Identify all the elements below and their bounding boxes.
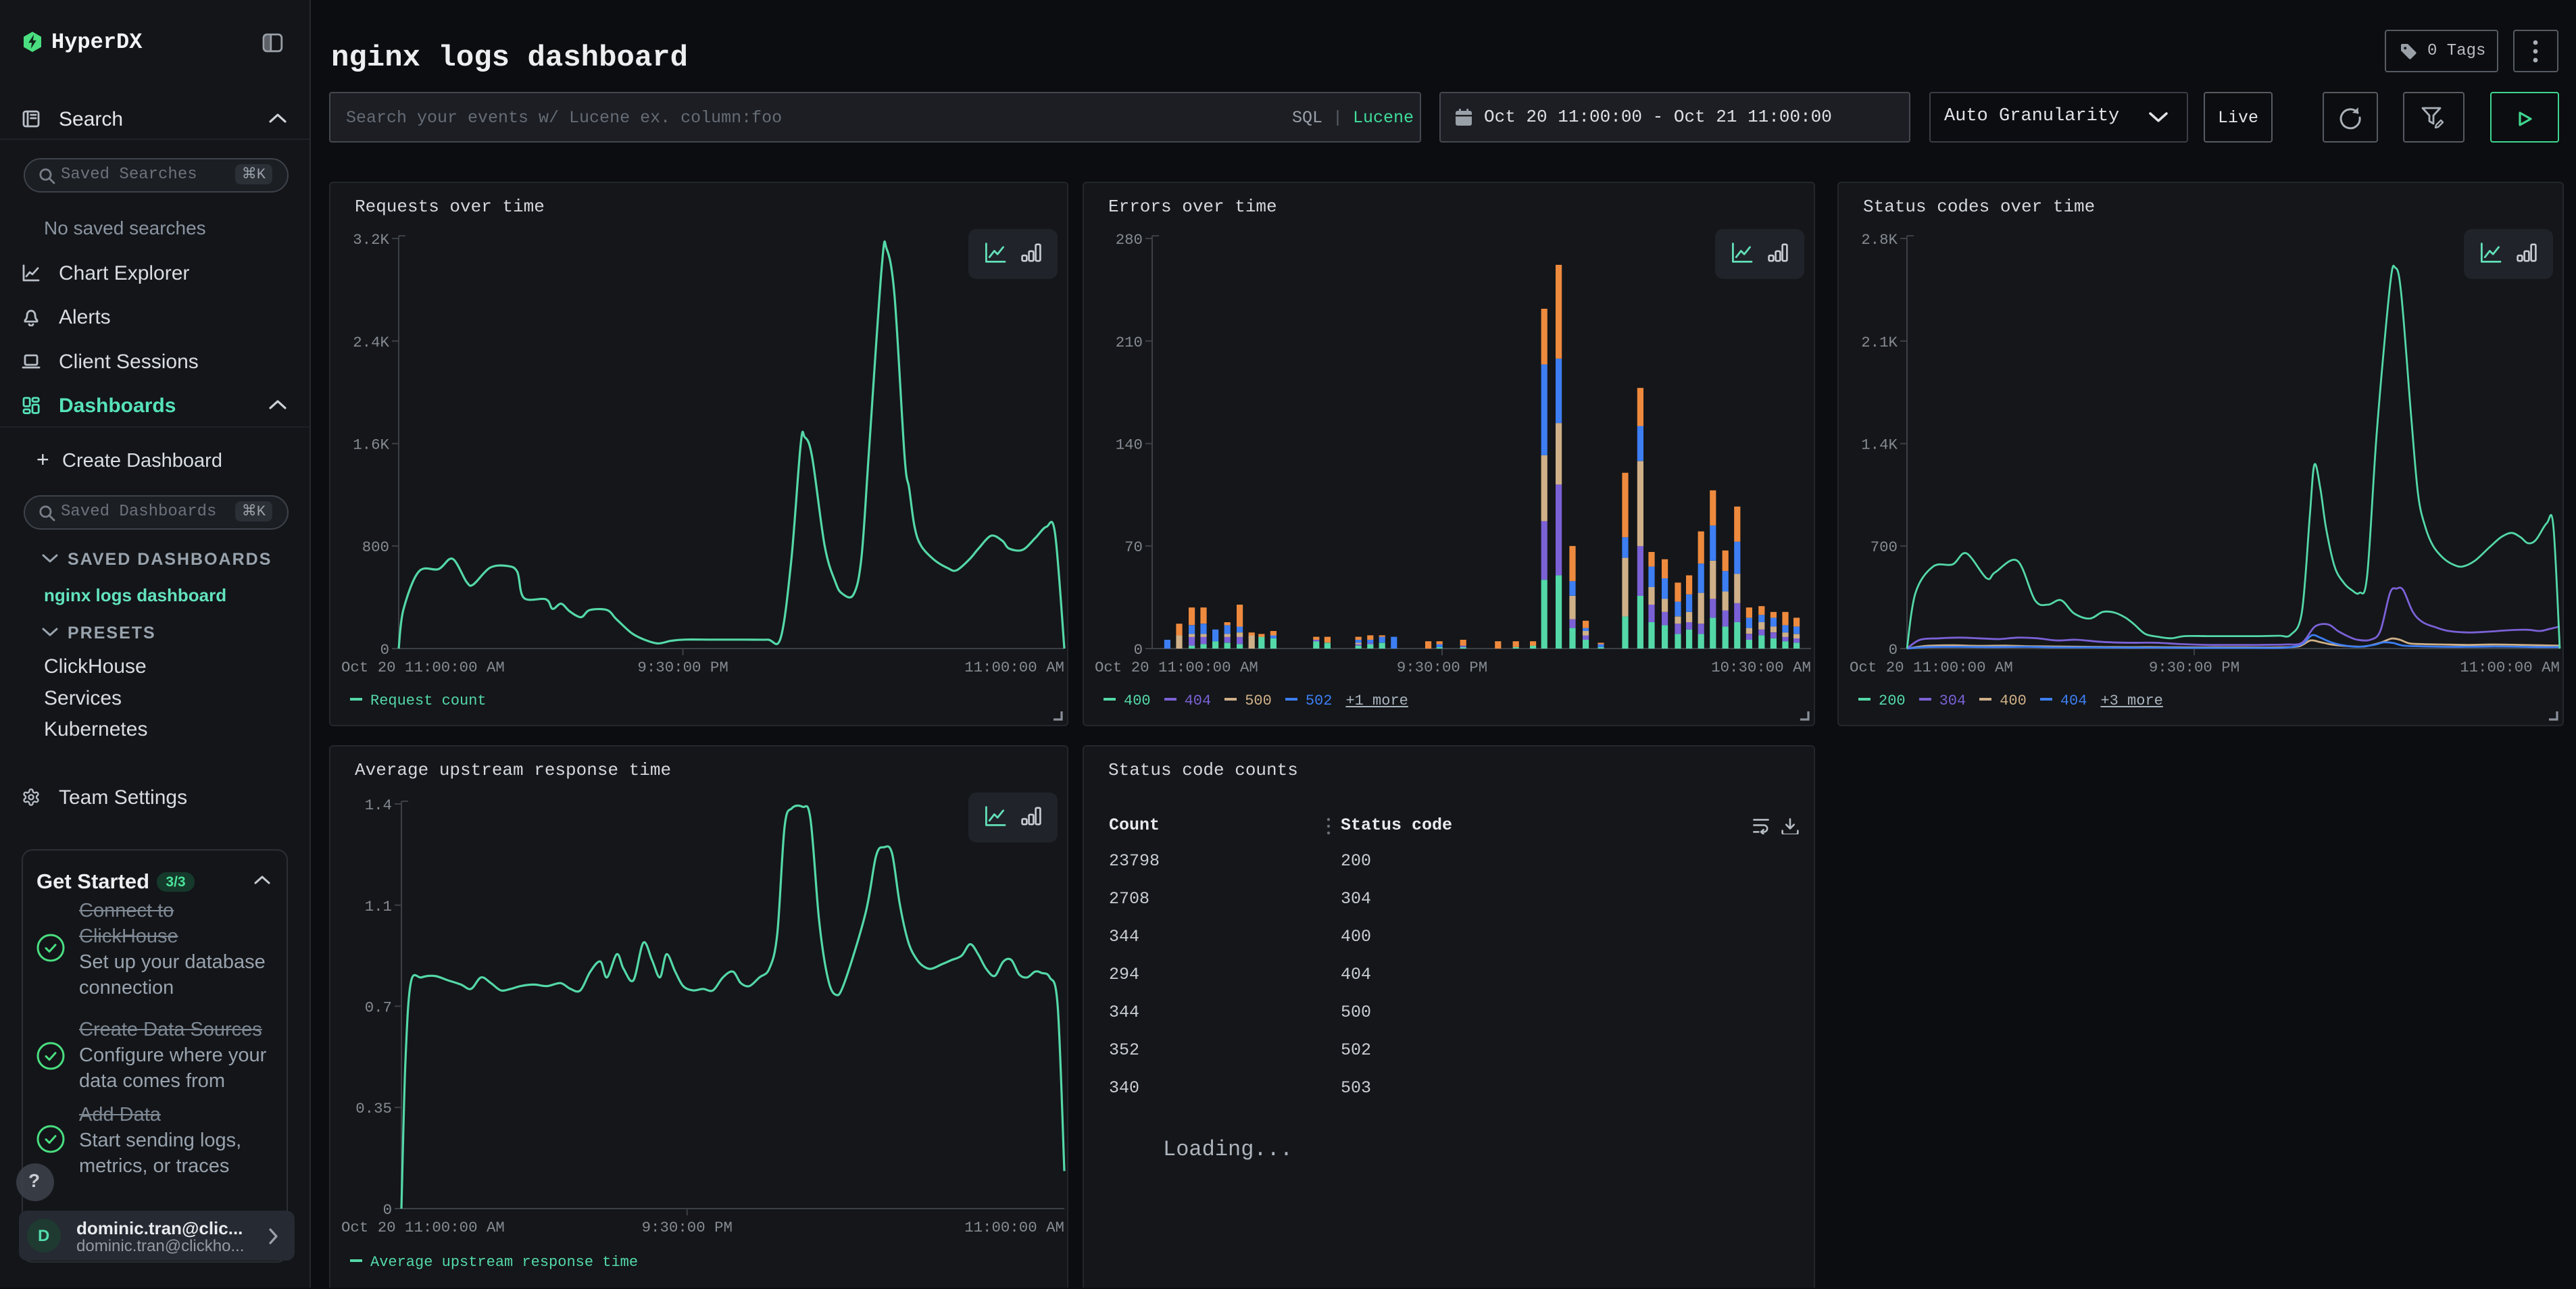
svg-text:11:00:00 AM: 11:00:00 AM <box>964 1219 1064 1236</box>
svg-text:Oct 20 11:00:00 AM: Oct 20 11:00:00 AM <box>1095 659 1258 676</box>
svg-text:1.6K: 1.6K <box>353 436 389 454</box>
svg-text:3.2K: 3.2K <box>353 231 389 249</box>
svg-text:0: 0 <box>1134 641 1143 659</box>
svg-text:Oct 20 11:00:00 AM: Oct 20 11:00:00 AM <box>341 1219 505 1236</box>
svg-text:800: 800 <box>362 538 389 556</box>
svg-text:700: 700 <box>1871 538 1898 556</box>
svg-text:9:30:00 PM: 9:30:00 PM <box>1397 659 1487 676</box>
svg-text:210: 210 <box>1116 334 1143 351</box>
svg-text:0: 0 <box>383 1201 392 1219</box>
svg-text:280: 280 <box>1116 231 1143 249</box>
svg-text:0.35: 0.35 <box>355 1100 392 1117</box>
svg-text:9:30:00 PM: 9:30:00 PM <box>637 659 728 676</box>
svg-text:Oct 20 11:00:00 AM: Oct 20 11:00:00 AM <box>341 659 505 676</box>
svg-text:1.1: 1.1 <box>365 898 392 915</box>
svg-text:70: 70 <box>1124 538 1143 556</box>
svg-text:2.1K: 2.1K <box>1861 334 1898 351</box>
svg-text:0: 0 <box>380 641 389 659</box>
svg-text:0.7: 0.7 <box>365 999 392 1016</box>
svg-text:11:00:00 AM: 11:00:00 AM <box>2460 659 2560 676</box>
svg-text:Oct 20 11:00:00 AM: Oct 20 11:00:00 AM <box>1850 659 2013 676</box>
svg-text:140: 140 <box>1116 436 1143 454</box>
svg-text:9:30:00 PM: 9:30:00 PM <box>2149 659 2239 676</box>
svg-text:9:30:00 PM: 9:30:00 PM <box>642 1219 733 1236</box>
svg-text:1.4: 1.4 <box>365 797 392 814</box>
svg-text:10:30:00 AM: 10:30:00 AM <box>1711 659 1811 676</box>
svg-text:2.8K: 2.8K <box>1861 231 1898 249</box>
svg-text:1.4K: 1.4K <box>1861 436 1898 454</box>
svg-text:11:00:00 AM: 11:00:00 AM <box>964 659 1064 676</box>
svg-text:2.4K: 2.4K <box>353 334 389 351</box>
svg-text:0: 0 <box>1889 641 1898 659</box>
